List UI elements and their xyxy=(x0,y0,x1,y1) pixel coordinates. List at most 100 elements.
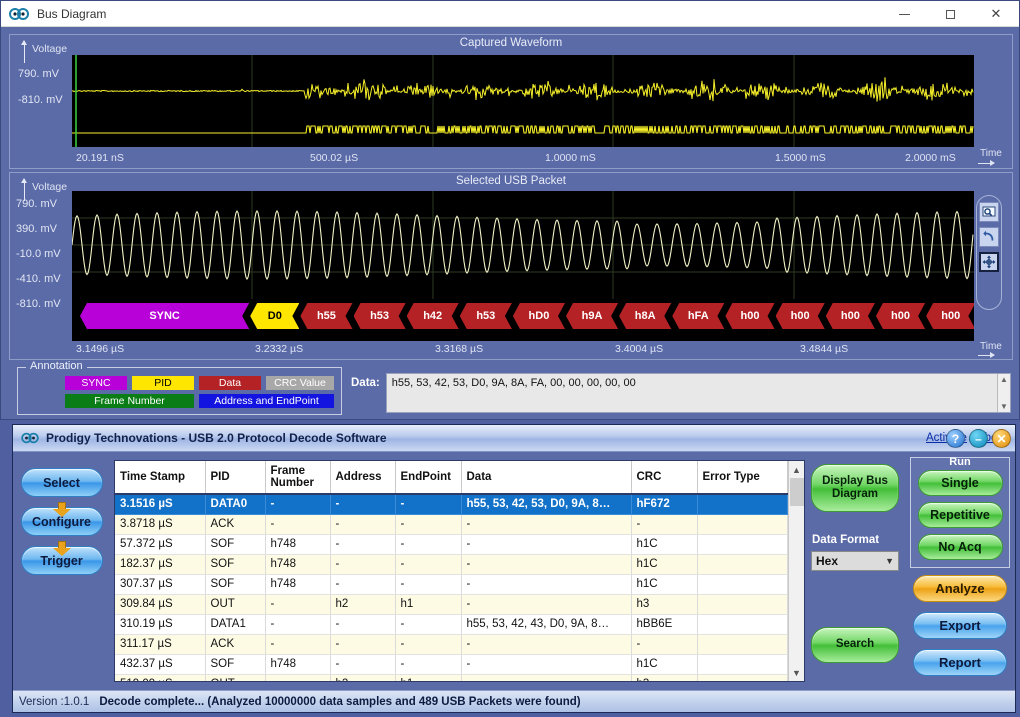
selected-packet-plot[interactable]: SYNCD0h55h53h42h53hD0h9Ah8AhFAh00h00h00h… xyxy=(72,191,974,341)
table-cell: 309.84 µS xyxy=(115,594,205,614)
app-body: Select Configure Trigger Time StampPIDFr… xyxy=(13,452,1015,690)
app-title-text: Prodigy Technovations - USB 2.0 Protocol… xyxy=(46,431,387,445)
repetitive-button[interactable]: Repetitive xyxy=(918,502,1003,528)
data-readout-label: Data: xyxy=(351,377,380,389)
caret-up-icon[interactable]: ▲ xyxy=(1000,375,1008,384)
scrollbar-thumb[interactable] xyxy=(790,478,804,506)
zoom-tool-icon[interactable] xyxy=(979,202,999,222)
table-row[interactable]: 311.17 µSACK----- xyxy=(115,634,787,654)
table-row[interactable]: 309.84 µSOUT-h2h1-h3 xyxy=(115,594,787,614)
export-button[interactable]: Export xyxy=(913,612,1007,639)
mid-panel: Display Bus Diagram Data Format Hex ▼ Se… xyxy=(805,452,905,690)
table-cell xyxy=(697,554,787,574)
status-bar: Version :1.0.1 Decode complete... (Analy… xyxy=(13,690,1015,712)
packet-y-tick-3: -410. mV xyxy=(16,273,61,285)
captured-waveform-plot[interactable] xyxy=(72,55,974,147)
table-header-frame-number[interactable]: Frame Number xyxy=(265,461,330,494)
captured-x-tick-3: 1.5000 mS xyxy=(775,152,826,164)
table-cell: - xyxy=(461,634,631,654)
table-cell: - xyxy=(265,614,330,634)
pan-tool-icon[interactable] xyxy=(979,252,999,272)
table-cell: SOF xyxy=(205,654,265,674)
table-row[interactable]: 519.09 µSOUT-h2h1-h3 xyxy=(115,674,787,682)
table-header-data[interactable]: Data xyxy=(461,461,631,494)
search-button[interactable]: Search xyxy=(811,627,899,663)
table-scrollbar[interactable]: ▲ ▼ xyxy=(788,461,805,681)
table-cell: h748 xyxy=(265,574,330,594)
table-cell: h1C xyxy=(631,574,697,594)
minimize-button[interactable] xyxy=(881,1,927,27)
selected-packet-title: Selected USB Packet xyxy=(10,175,1012,187)
table-cell xyxy=(697,574,787,594)
table-row[interactable]: 432.37 µSSOFh748---h1C xyxy=(115,654,787,674)
table-cell: - xyxy=(461,554,631,574)
table-cell: h3 xyxy=(631,594,697,614)
maximize-button[interactable] xyxy=(927,1,973,27)
table-header-address[interactable]: Address xyxy=(330,461,395,494)
packet-y-tick-4: -810. mV xyxy=(16,298,61,310)
minimize-button[interactable]: – xyxy=(969,429,988,448)
captured-x-tick-4: 2.0000 mS xyxy=(905,152,956,164)
table-cell: - xyxy=(395,634,461,654)
table-cell: 519.09 µS xyxy=(115,674,205,682)
table-row[interactable]: 3.8718 µSACK----- xyxy=(115,514,787,534)
single-button[interactable]: Single xyxy=(918,470,1003,496)
analyze-button[interactable]: Analyze xyxy=(913,575,1007,602)
data-format-label: Data Format xyxy=(812,534,879,546)
legend-tag-frame-number: Frame Number xyxy=(65,394,194,408)
data-readout-scrollbar[interactable]: ▲ ▼ xyxy=(997,374,1010,412)
table-cell: h1C xyxy=(631,534,697,554)
display-bus-diagram-button[interactable]: Display Bus Diagram xyxy=(811,464,899,512)
app-titlebar: Prodigy Technovations - USB 2.0 Protocol… xyxy=(13,425,1015,452)
captured-waveform-panel: Captured Waveform Voltage 790. mV -810. … xyxy=(9,34,1013,169)
window-controls: ✕ xyxy=(881,1,1019,26)
table-cell: OUT xyxy=(205,594,265,614)
caret-up-icon[interactable]: ▲ xyxy=(789,461,805,478)
packet-x-tick-3: 3.4004 µS xyxy=(615,343,663,355)
table-cell: - xyxy=(395,514,461,534)
table-header-error-type[interactable]: Error Type xyxy=(697,461,787,494)
table-header-endpoint[interactable]: EndPoint xyxy=(395,461,461,494)
table-header-pid[interactable]: PID xyxy=(205,461,265,494)
captured-voltage-axis-arrow xyxy=(24,41,25,63)
table-cell: 311.17 µS xyxy=(115,634,205,654)
packet-voltage-label: Voltage xyxy=(32,181,67,193)
table-cell: ACK xyxy=(205,634,265,654)
table-cell: 307.37 µS xyxy=(115,574,205,594)
packet-table: Time StampPIDFrame NumberAddressEndPoint… xyxy=(115,461,788,682)
table-row[interactable]: 307.37 µSSOFh748---h1C xyxy=(115,574,787,594)
help-button[interactable]: ? xyxy=(946,429,965,448)
table-cell: SOF xyxy=(205,534,265,554)
caret-down-icon[interactable]: ▼ xyxy=(1000,402,1008,411)
table-header-crc[interactable]: CRC xyxy=(631,461,697,494)
captured-y-tick-1: -810. mV xyxy=(18,94,63,106)
close-button[interactable]: ✕ xyxy=(973,1,1019,27)
close-button[interactable]: ✕ xyxy=(992,429,1011,448)
selected-packet-panel: Selected USB Packet Voltage 790. mV 390.… xyxy=(9,172,1013,360)
table-header-time-stamp[interactable]: Time Stamp xyxy=(115,461,205,494)
captured-time-arrow-icon xyxy=(978,163,994,164)
data-readout-box[interactable]: h55, 53, 42, 53, D0, 9A, 8A, FA, 00, 00,… xyxy=(386,373,1011,413)
legend-tag-data: Data xyxy=(199,376,261,390)
report-button[interactable]: Report xyxy=(913,649,1007,676)
table-cell: - xyxy=(395,494,461,514)
table-row[interactable]: 310.19 µSDATA1---h55, 53, 42, 43, D0, 9A… xyxy=(115,614,787,634)
table-row[interactable]: 57.372 µSSOFh748---h1C xyxy=(115,534,787,554)
table-cell: 432.37 µS xyxy=(115,654,205,674)
table-cell: - xyxy=(395,654,461,674)
data-format-select[interactable]: Hex ▼ xyxy=(811,551,899,571)
table-cell: ACK xyxy=(205,514,265,534)
no-acq-button[interactable]: No Acq xyxy=(918,534,1003,560)
table-cell: - xyxy=(265,594,330,614)
undo-tool-icon[interactable] xyxy=(979,227,999,247)
table-cell: SOF xyxy=(205,574,265,594)
status-message: Decode complete... (Analyzed 10000000 da… xyxy=(99,696,580,708)
caret-down-icon[interactable]: ▼ xyxy=(789,664,805,681)
chevron-down-icon: ▼ xyxy=(885,556,894,566)
packet-y-tick-2: -10.0 mV xyxy=(16,248,61,260)
table-cell: h3 xyxy=(631,674,697,682)
table-row[interactable]: 3.1516 µSDATA0---h55, 53, 42, 53, D0, 9A… xyxy=(115,494,787,514)
table-cell: - xyxy=(265,674,330,682)
table-row[interactable]: 182.37 µSSOFh748---h1C xyxy=(115,554,787,574)
select-button[interactable]: Select xyxy=(21,468,103,497)
